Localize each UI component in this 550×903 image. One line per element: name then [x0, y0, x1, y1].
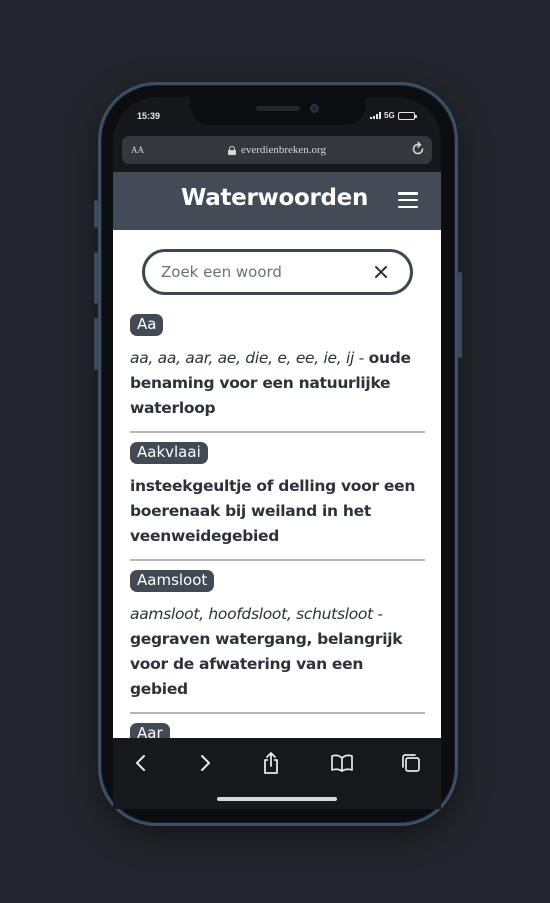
url-display[interactable]: everdienbreken.org — [122, 144, 432, 156]
share-button[interactable] — [259, 751, 283, 775]
camera — [310, 104, 319, 113]
hamburger-menu-icon[interactable] — [398, 192, 418, 208]
lock-icon — [227, 145, 236, 155]
browser-toolbar — [113, 738, 441, 809]
page-title: Waterwoorden — [181, 185, 369, 211]
url-text: everdienbreken.org — [240, 144, 326, 156]
list-item: Aakvlaai insteekgeultje of delling voor … — [130, 442, 425, 561]
tabs-button[interactable] — [399, 751, 423, 775]
definition: aa, aa, aar, ae, die, e, ee, ie, ij - ou… — [130, 346, 425, 421]
list-item: Aa aa, aa, aar, ae, die, e, ee, ie, ij -… — [130, 314, 425, 433]
tabs-icon — [402, 754, 420, 772]
list-item: Aar — [130, 723, 425, 738]
clear-search-icon[interactable] — [374, 265, 388, 279]
separator: - — [372, 605, 384, 623]
search-box — [142, 249, 413, 295]
search-input[interactable] — [161, 261, 361, 283]
back-button[interactable] — [129, 751, 153, 775]
notch — [190, 97, 366, 125]
main-content[interactable]: Aa aa, aa, aar, ae, die, e, ee, ie, ij -… — [113, 230, 441, 738]
term-badge[interactable]: Aar — [130, 723, 170, 738]
bookmarks-button[interactable] — [330, 751, 354, 775]
meaning: gegraven watergang, belangrijk voor de a… — [130, 630, 403, 698]
volume-down-button — [94, 318, 98, 370]
forward-icon — [201, 755, 210, 771]
share-icon — [264, 752, 278, 774]
network-label: 5G — [384, 111, 395, 120]
meaning: insteekgeultje of delling voor een boere… — [130, 477, 416, 545]
reload-icon[interactable] — [410, 141, 426, 157]
list-item: Aamsloot aamsloot, hoofdsloot, schutsloo… — [130, 570, 425, 714]
bookmarks-icon — [331, 754, 353, 772]
back-icon — [136, 755, 145, 771]
volume-up-button — [94, 252, 98, 304]
battery-icon — [397, 111, 417, 120]
term-badge[interactable]: Aakvlaai — [130, 442, 208, 464]
power-button — [458, 272, 462, 358]
status-indicators: 5G — [370, 111, 417, 120]
app-header: Waterwoorden — [113, 172, 441, 230]
speaker — [256, 106, 300, 111]
variants: aa, aa, aar, ae, die, e, ee, ie, ij — [130, 349, 355, 367]
term-badge[interactable]: Aa — [130, 314, 164, 336]
variants: aamsloot, hoofdsloot, schutsloot — [130, 605, 373, 623]
action-button — [94, 200, 98, 228]
signal-icon — [370, 112, 381, 119]
definition: aamsloot, hoofdsloot, schutsloot - gegra… — [130, 602, 425, 702]
term-badge[interactable]: Aamsloot — [130, 570, 215, 592]
definition: insteekgeultje of delling voor een boere… — [130, 474, 425, 549]
separator: - — [354, 349, 369, 367]
home-indicator[interactable] — [217, 797, 337, 801]
address-bar[interactable]: AA everdienbreken.org — [122, 136, 432, 164]
status-time: 15:39 — [137, 111, 161, 121]
word-list: Aa aa, aa, aar, ae, die, e, ee, ie, ij -… — [130, 314, 425, 738]
forward-button[interactable] — [193, 751, 217, 775]
